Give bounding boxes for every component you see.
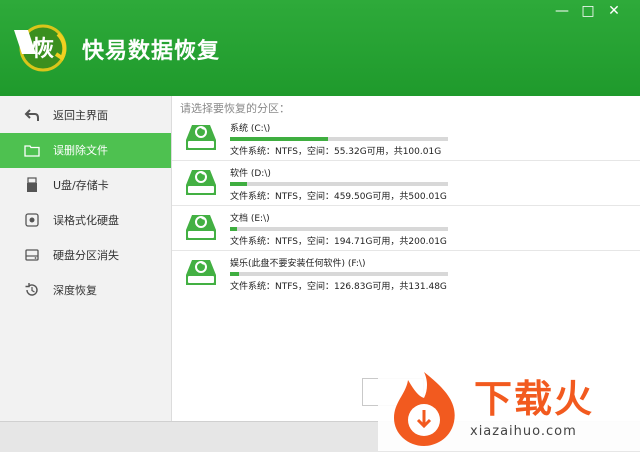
usb-drive-icon (27, 177, 37, 192)
sidebar-item-label: 返回主界面 (53, 109, 108, 122)
minimize-icon: — (555, 3, 569, 19)
partition-name: 娱乐(此盘不要安装任何软件) (F:\) (230, 259, 366, 269)
app-title: 快易数据恢复 (82, 39, 221, 64)
sidebar-item-usb-card[interactable]: U盘/存储卡 (0, 168, 171, 203)
partition-row[interactable]: 软件 (D:\) 文件系统：NTFS，空间：459.50G可用，共500.01G (172, 160, 640, 205)
sidebar-item-label: U盘/存储卡 (53, 179, 109, 192)
sidebar-item-back-home[interactable]: 返回主界面 (0, 98, 171, 133)
folder-icon (24, 145, 40, 157)
format-disk-icon (25, 213, 39, 227)
partition-info: 文件系统：NTFS，空间：55.32G可用，共100.01G (230, 147, 442, 157)
sidebar-item-deleted-files[interactable]: 误删除文件 (0, 133, 171, 168)
partition-info: 文件系统：NTFS，空间：126.83G可用，共131.48G (230, 282, 447, 292)
minimize-button[interactable]: — (552, 2, 572, 20)
partition-name: 软件 (D:\) (230, 169, 271, 179)
logo-char: 恢 (32, 36, 54, 62)
partition-usage-bar (230, 182, 448, 186)
partition-row[interactable]: 文档 (E:\) 文件系统：NTFS，空间：194.71G可用，共200.01G (172, 205, 640, 250)
maximize-icon: □ (581, 3, 595, 19)
watermark-flame-logo-icon (394, 372, 455, 446)
partition-usage-fill (230, 137, 329, 141)
maximize-button[interactable]: □ (578, 2, 598, 20)
sidebar-item-label: 硬盘分区消失 (53, 249, 119, 262)
partition-disk-icon (25, 249, 39, 261)
sidebar: 返回主界面 误删除文件 U盘/存储卡 误格式化硬盘 硬盘分区消失 深度恢复 (0, 96, 172, 421)
back-arrow-icon (24, 109, 39, 121)
partition-name: 系统 (C:\) (230, 124, 271, 134)
hard-drive-icon (186, 125, 216, 150)
sidebar-item-label: 深度恢复 (53, 284, 97, 297)
partition-info: 文件系统：NTFS，空间：459.50G可用，共500.01G (230, 192, 447, 202)
partition-usage-fill (230, 227, 237, 231)
partition-usage-fill (230, 272, 239, 276)
hard-drive-icon (186, 215, 216, 240)
sidebar-item-deep-recovery[interactable]: 深度恢复 (0, 273, 171, 308)
deep-recover-icon (25, 283, 38, 296)
title-bar: 恢 快易数据恢复 — □ ✕ (0, 0, 640, 96)
partition-row[interactable]: 系统 (C:\) 文件系统：NTFS，空间：55.32G可用，共100.01G (172, 116, 640, 160)
partition-usage-bar (230, 137, 448, 141)
sidebar-item-formatted-disk[interactable]: 误格式化硬盘 (0, 203, 171, 238)
close-icon: ✕ (608, 3, 620, 19)
hard-drive-icon (186, 170, 216, 195)
partition-hint: 请选择要恢复的分区： (180, 102, 290, 115)
close-button[interactable]: ✕ (604, 2, 624, 20)
partition-usage-bar (230, 272, 448, 276)
app-logo-icon: 恢 (14, 24, 67, 72)
partition-name: 文档 (E:\) (230, 214, 270, 224)
partition-usage-fill (230, 182, 248, 186)
partition-usage-bar (230, 227, 448, 231)
watermark-text: 下载火 (474, 377, 595, 421)
sidebar-item-label: 误格式化硬盘 (53, 214, 119, 227)
sidebar-item-lost-partition[interactable]: 硬盘分区消失 (0, 238, 171, 273)
partition-info: 文件系统：NTFS，空间：194.71G可用，共200.01G (230, 237, 447, 247)
sidebar-item-label: 误删除文件 (53, 144, 108, 157)
partition-list: 系统 (C:\) 文件系统：NTFS，空间：55.32G可用，共100.01G 软件… (172, 116, 640, 295)
hard-drive-icon (186, 260, 216, 285)
watermark: 下载火 xiazaihuo.com (378, 362, 640, 451)
watermark-url: xiazaihuo.com (470, 424, 577, 439)
partition-row[interactable]: 娱乐(此盘不要安装任何软件) (F:\) 文件系统：NTFS，空间：126.83G… (172, 250, 640, 295)
